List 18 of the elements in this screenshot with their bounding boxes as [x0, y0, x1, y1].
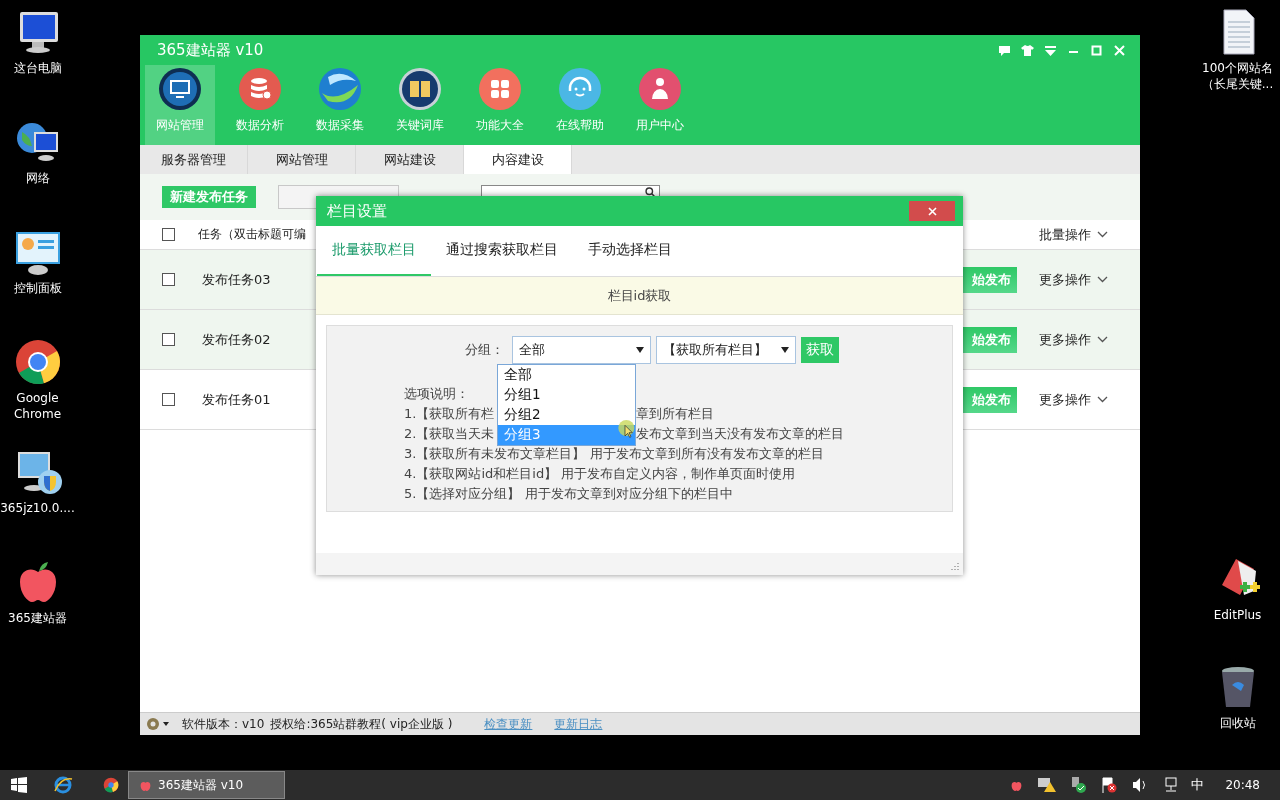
note-text: 3.【获取所有未发布文章栏目】 用于发布文章到所有没有发布文章的栏目: [404, 446, 824, 461]
group-label: 分组：: [465, 341, 504, 359]
window-title: 365建站器 v10: [157, 40, 264, 60]
note-text: 章到所有栏目: [636, 405, 714, 423]
column-header: 任务（双击标题可编: [198, 226, 306, 243]
task-title: 发布任务01: [202, 390, 271, 409]
note-text: 2.【获取当天未: [404, 426, 495, 441]
note-text: 发布文章到当天没有发布文章的栏目: [636, 425, 844, 443]
notes-title: 选项说明：: [404, 385, 469, 403]
note-text: 1.【获取所有栏: [404, 406, 495, 421]
task-title: 发布任务03: [202, 270, 271, 289]
dialog-title: 栏目设置: [327, 201, 387, 221]
note-text: 5.【选择对应分组】 用于发布文章到对应分组下的栏目中: [404, 486, 733, 501]
note-text: 4.【获取网站id和栏目id】 用于发布自定义内容，制作单页面时使用: [404, 466, 796, 481]
task-title: 发布任务02: [202, 330, 271, 349]
license-text: 授权给:365站群教程( vip企业版 ): [270, 715, 453, 733]
version-text: 软件版本：v10: [182, 715, 265, 733]
section-banner: 栏目id获取: [316, 277, 963, 315]
